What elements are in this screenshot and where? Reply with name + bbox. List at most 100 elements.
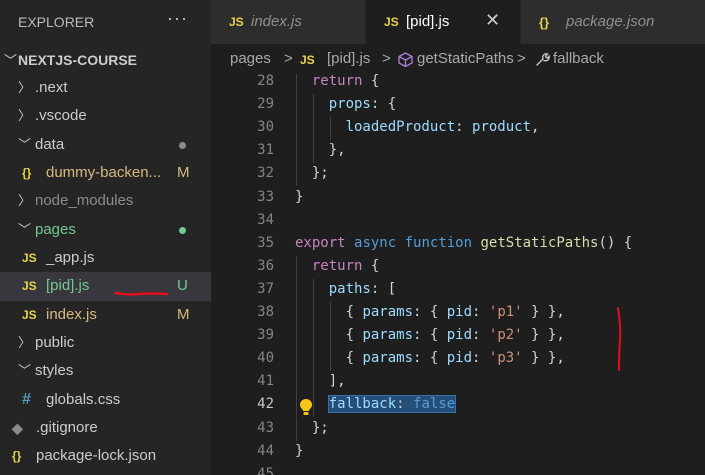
tree-item-label: node_modules [35,192,134,210]
tab-pid-js[interactable]: JS [pid].js ✕ [366,0,521,44]
folder-item[interactable]: 〉 .vscode [0,102,211,130]
indent-guide [296,117,297,141]
folder-item[interactable]: 〉 public [0,329,211,357]
json-file-icon: {} [12,449,22,464]
code-token: params [362,350,414,367]
tree-item-label: [pid].js [46,277,90,295]
folder-item[interactable]: 〉 .next [0,74,211,102]
code-token: }, [328,142,346,159]
code-token: paths [328,280,371,297]
code-line[interactable]: 29 props: { [211,94,705,118]
code-line[interactable]: 34 [211,210,705,233]
code-line[interactable]: 44} [211,441,705,464]
tab-index-js[interactable]: JS index.js [211,0,366,44]
code-text: props: { [329,96,396,112]
code-token: false [413,396,456,413]
line-number: 33 [257,188,274,205]
code-line[interactable]: 45 [211,464,705,475]
breadcrumb-pages[interactable]: pages [230,50,271,67]
code-token: { [362,74,380,89]
folder-item[interactable]: ﹀ data [0,131,211,159]
code-text: paths: [ [329,281,396,297]
code-token: : [396,396,414,413]
code-token: params [362,304,414,320]
close-icon[interactable]: ✕ [485,10,500,31]
indent-guide [296,94,297,118]
line-number: 35 [257,234,274,251]
file-item[interactable]: # globals.css [0,386,211,414]
code-text: { params: { pid: 'p1' } }, [346,304,565,320]
code-token: async [354,234,397,251]
code-text: } [295,189,303,205]
indent-guide [296,371,297,395]
code-token: () { [598,234,633,251]
file-item[interactable]: {} dummy-backen... M [0,159,211,187]
file-item[interactable]: JS [pid].js U [0,272,211,301]
folder-item[interactable]: ﹀ pages [0,216,211,244]
breadcrumb-separator: > [382,50,391,67]
code-token: } [295,188,304,205]
chevron-right-icon: 〉 [18,80,32,95]
code-token: }; [311,165,329,182]
code-line[interactable]: 43}; [211,417,705,441]
code-line[interactable]: 40 { params: { pid: 'p3' } }, [211,348,705,372]
indent-guide [296,255,297,279]
code-line[interactable]: 33} [211,187,705,210]
code-line[interactable]: 30 loadedProduct: product, [211,117,705,141]
code-token: } }, [522,350,565,367]
workspace-root[interactable]: ﹀ NEXTJS-COURSE [0,46,211,74]
code-token: pid [446,304,473,320]
code-line[interactable]: 32}; [211,163,705,187]
tree-item-label: .next [35,79,68,96]
code-token: } }, [522,304,565,320]
code-line[interactable]: 41], [211,371,705,395]
tree-item-label: public [35,333,75,351]
code-line[interactable]: 35 export async function getStaticPaths()… [211,233,705,256]
code-line[interactable]: 38 { params: { pid: 'p1' } }, [211,302,705,326]
code-line[interactable]: 37 paths: [ [211,278,705,302]
editor-tabs: JS index.js JS [pid].js ✕ {} package.json [211,0,705,44]
code-token: pid [446,350,473,367]
folder-item[interactable]: ﹀ styles [0,357,211,385]
css-file-icon: # [22,390,31,408]
code-editor[interactable]: 28 return {29 props: {30 loadedProduct: pro… [211,74,705,475]
indent-guide [312,302,314,326]
indent-guide [296,74,297,95]
tree-item-label: .gitignore [36,418,98,436]
file-item[interactable]: JS _app.js [0,244,211,272]
chevron-right-icon: 〉 [18,193,32,209]
breadcrumb-function[interactable]: getStaticPaths [397,50,514,67]
code-token: return [311,257,363,274]
more-actions-button[interactable]: ··· [167,8,188,29]
file-item[interactable]: JS index.js M [0,301,211,329]
code-line[interactable]: 28 return { [211,74,705,95]
git-status-badge: M [177,163,190,181]
file-item[interactable]: ◆ .gitignore [0,414,211,442]
file-item[interactable]: {} package-lock.json [0,442,211,470]
breadcrumb-file[interactable]: [pid].js [327,50,370,67]
code-token: loadedProduct [345,119,456,136]
code-line[interactable]: 31}, [211,140,705,164]
line-number: 41 [257,373,274,390]
folder-item[interactable]: 〉 node_modules [0,187,211,215]
code-line[interactable]: 36 return { [211,255,705,279]
chevron-down-icon: ﹀ [18,136,32,152]
code-line[interactable]: 39 { params: { pid: 'p2' } }, [211,325,705,349]
code-text: } [295,443,303,459]
code-token: : { [413,327,447,344]
code-line[interactable]: 42 fallback: false [211,394,705,418]
line-number: 31 [257,142,274,159]
workspace-root-label: NEXTJS-COURSE [18,52,138,68]
tab-package-json[interactable]: {} package.json [521,0,705,44]
code-token: fallback [328,396,397,413]
javascript-file-icon: JS [22,250,37,265]
indent-guide [329,325,331,349]
code-token: { [345,350,363,367]
code-text: ], [329,373,346,389]
indent-guide [329,117,331,141]
code-text: }; [312,420,329,436]
code-token: ], [328,373,346,390]
chevron-down-icon: ﹀ [4,53,18,68]
breadcrumb-separator: > [284,50,293,67]
